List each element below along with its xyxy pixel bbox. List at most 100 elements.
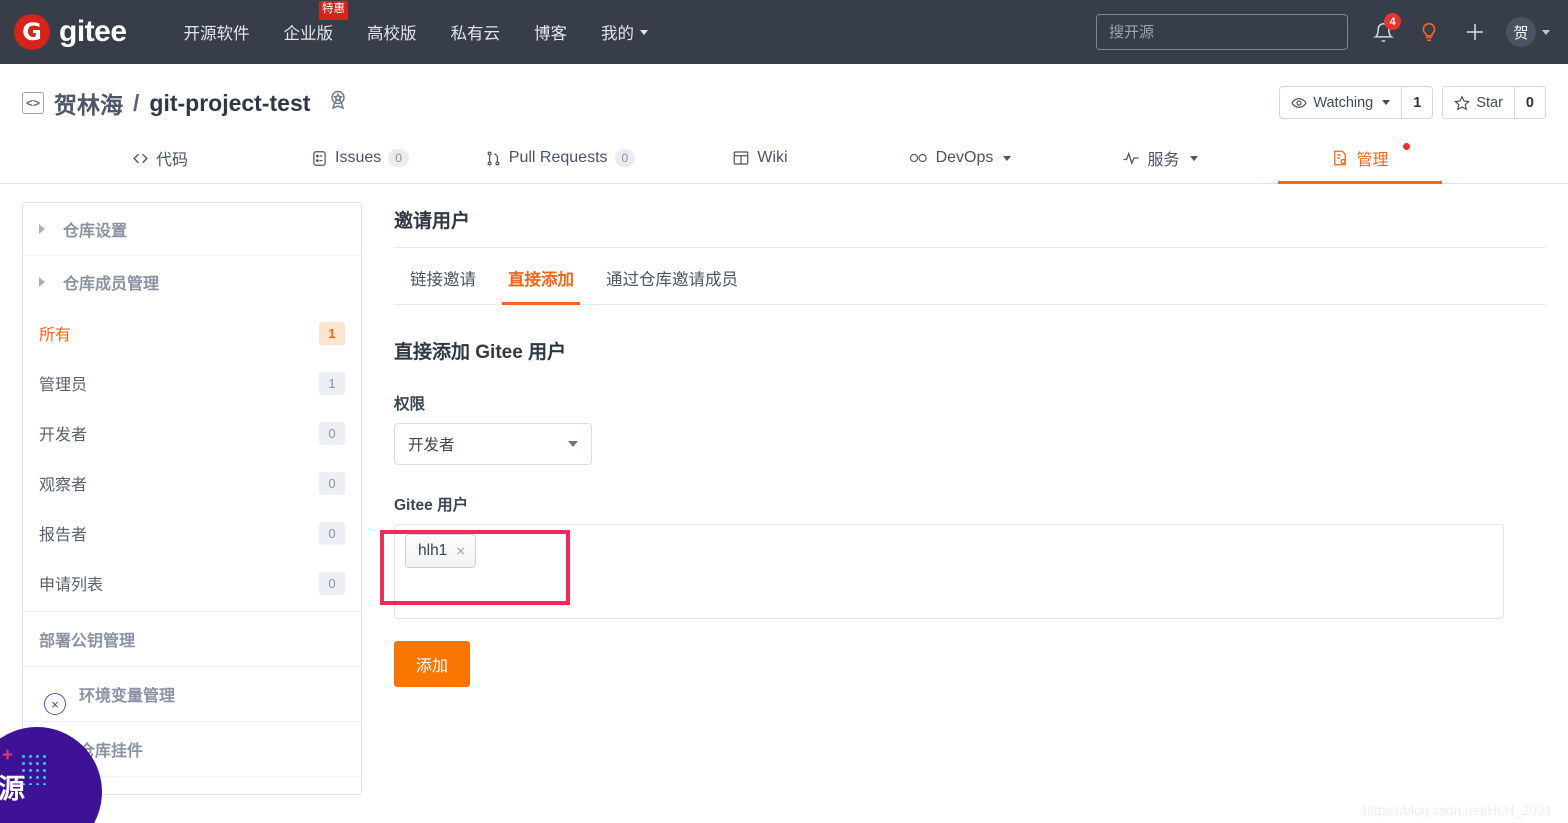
nav-item-label: 私有云 bbox=[450, 25, 501, 43]
nav-item-label: 博客 bbox=[534, 25, 568, 43]
sidebar-item-count: 1 bbox=[319, 321, 345, 345]
notifications-button[interactable]: 4 bbox=[1360, 9, 1406, 55]
nav-item-opensource[interactable]: 开源软件 bbox=[167, 20, 267, 44]
tab-services[interactable]: 服务 bbox=[1060, 134, 1260, 183]
user-tag[interactable]: hlh1 × bbox=[405, 534, 477, 568]
global-nav: 开源软件 企业版 特惠 高校版 私有云 博客 我的 bbox=[167, 1, 666, 44]
tab-wiki[interactable]: Wiki bbox=[660, 134, 860, 183]
tab-label: 服务 bbox=[1147, 152, 1180, 169]
watch-count[interactable]: 1 bbox=[1401, 87, 1432, 118]
permission-select[interactable]: 开发者 bbox=[394, 423, 592, 465]
repo-tab-bar: 代码 Issues 0 Pull Requests 0 Wiki DevOps … bbox=[0, 134, 1568, 184]
tab-devops[interactable]: DevOps bbox=[860, 134, 1060, 183]
nav-item-private-cloud[interactable]: 私有云 bbox=[434, 20, 518, 44]
tab-direct-add[interactable]: 直接添加 bbox=[492, 248, 590, 305]
star-count[interactable]: 0 bbox=[1513, 87, 1545, 118]
tab-invite-via-repo[interactable]: 通过仓库邀请成员 bbox=[590, 248, 754, 304]
breadcrumb-owner[interactable]: 贺林海 bbox=[54, 86, 123, 120]
code-icon bbox=[133, 153, 148, 163]
watch-button[interactable]: Watching bbox=[1280, 87, 1401, 118]
gitee-logo-text: gitee bbox=[59, 15, 127, 48]
issues-icon bbox=[313, 150, 326, 166]
nav-item-blog[interactable]: 博客 bbox=[517, 20, 584, 44]
infinity-icon bbox=[909, 153, 927, 163]
user-menu[interactable]: 贺 bbox=[1498, 17, 1550, 47]
sidebar-item-count: 0 bbox=[319, 571, 345, 595]
tab-label: DevOps bbox=[935, 149, 994, 166]
sidebar-item-reporters[interactable]: 报告者 0 bbox=[23, 508, 361, 558]
watch-label: Watching bbox=[1313, 94, 1374, 111]
create-new-button[interactable] bbox=[1452, 9, 1498, 55]
tab-label: 代码 bbox=[155, 152, 188, 169]
sidebar-item-label: 报告者 bbox=[39, 527, 88, 544]
sidebar-item-label: 所有 bbox=[39, 327, 72, 344]
notification-count-badge: 4 bbox=[1384, 13, 1401, 30]
sidebar-item-label: 环境变量管理 bbox=[79, 688, 176, 705]
nav-item-label: 高校版 bbox=[367, 25, 417, 43]
page-title: 邀请用户 bbox=[394, 206, 1546, 248]
promo-plus-icon: + bbox=[2, 745, 14, 766]
code-repo-icon: <> bbox=[22, 92, 44, 114]
nav-item-label: 我的 bbox=[601, 25, 635, 43]
star-button[interactable]: Star bbox=[1443, 87, 1514, 118]
sidebar-item-label: 申请列表 bbox=[39, 577, 104, 594]
tab-link-invite[interactable]: 链接邀请 bbox=[394, 248, 492, 304]
nav-item-enterprise[interactable]: 企业版 特惠 bbox=[267, 1, 351, 44]
sidebar-item-all[interactable]: 所有 1 bbox=[23, 308, 361, 358]
tab-label: Issues bbox=[335, 149, 382, 166]
gitee-logo[interactable]: G gitee bbox=[8, 14, 133, 50]
sidebar-item-developers[interactable]: 开发者 0 bbox=[23, 408, 361, 458]
tab-label: Wiki bbox=[757, 149, 788, 166]
sidebar-item-label: 开发者 bbox=[39, 427, 88, 444]
gitee-user-input[interactable]: hlh1 × bbox=[394, 524, 1504, 619]
tab-code[interactable]: 代码 bbox=[60, 134, 260, 183]
watch-button-group: Watching 1 bbox=[1279, 86, 1434, 119]
chevron-down-icon bbox=[1382, 100, 1391, 105]
breadcrumb-repo[interactable]: git-project-test bbox=[149, 90, 310, 117]
wiki-icon bbox=[734, 151, 749, 165]
search-input[interactable] bbox=[1096, 14, 1348, 50]
header-actions: 4 贺 bbox=[1096, 9, 1550, 55]
breadcrumb: <> 贺林海 / git-project-test bbox=[22, 86, 350, 120]
sidebar-group-repo-settings[interactable]: 仓库设置 bbox=[23, 203, 361, 256]
chevron-down-icon bbox=[1189, 155, 1198, 161]
star-icon bbox=[1454, 94, 1471, 110]
sidebar-item-deploy-keys[interactable]: 部署公钥管理 bbox=[23, 611, 361, 666]
permission-label: 权限 bbox=[394, 396, 426, 413]
sidebar-item-count: 1 bbox=[319, 371, 345, 395]
chevron-down-icon bbox=[1003, 155, 1012, 161]
repo-actions: Watching 1 Star 0 bbox=[1279, 86, 1546, 119]
sidebar-item-label: 部署公钥管理 bbox=[39, 633, 136, 650]
settings-sidebar: 仓库设置 仓库成员管理 所有 1 管理员 1 开发者 0 观察者 0 报告者 0… bbox=[22, 202, 362, 795]
star-button-group: Star 0 bbox=[1442, 86, 1546, 119]
sidebar-item-observers[interactable]: 观察者 0 bbox=[23, 458, 361, 508]
chevron-down-icon bbox=[640, 29, 649, 35]
add-button[interactable]: 添加 bbox=[394, 641, 471, 687]
sidebar-group-members[interactable]: 仓库成员管理 bbox=[23, 256, 361, 308]
tab-label: Pull Requests bbox=[508, 149, 608, 166]
promo-badge: 特惠 bbox=[319, 1, 349, 20]
sidebar-item-applications[interactable]: 申请列表 0 bbox=[23, 558, 361, 611]
ideas-button[interactable] bbox=[1406, 9, 1452, 55]
app-root: G gitee 开源软件 企业版 特惠 高校版 私有云 博客 我的 搜开源 4 … bbox=[0, 0, 1568, 823]
tab-pull-requests[interactable]: Pull Requests 0 bbox=[460, 134, 660, 183]
star-label: Star bbox=[1476, 94, 1503, 111]
badge-medal-icon bbox=[326, 88, 350, 118]
gitee-logo-icon: G bbox=[14, 14, 50, 50]
sidebar-item-label: 观察者 bbox=[39, 477, 88, 494]
nav-item-education[interactable]: 高校版 bbox=[350, 20, 434, 44]
nav-item-mine[interactable]: 我的 bbox=[584, 20, 665, 44]
lightbulb-icon bbox=[1422, 22, 1436, 42]
tab-manage[interactable]: 管理 bbox=[1260, 134, 1460, 184]
breadcrumb-separator: / bbox=[133, 89, 140, 116]
tab-issues[interactable]: Issues 0 bbox=[260, 134, 460, 183]
sidebar-item-admins[interactable]: 管理员 1 bbox=[23, 358, 361, 408]
nav-item-label: 企业版 bbox=[283, 25, 334, 43]
promo-close-icon[interactable]: × bbox=[44, 693, 66, 715]
nav-item-label: 开源软件 bbox=[183, 25, 250, 43]
remove-tag-icon[interactable]: × bbox=[456, 543, 465, 560]
pull-request-icon bbox=[487, 151, 500, 165]
eye-icon bbox=[1291, 97, 1307, 108]
sidebar-item-count: 0 bbox=[319, 421, 345, 445]
sidebar-item-env-variables[interactable]: 环境变量管理 bbox=[23, 666, 361, 721]
